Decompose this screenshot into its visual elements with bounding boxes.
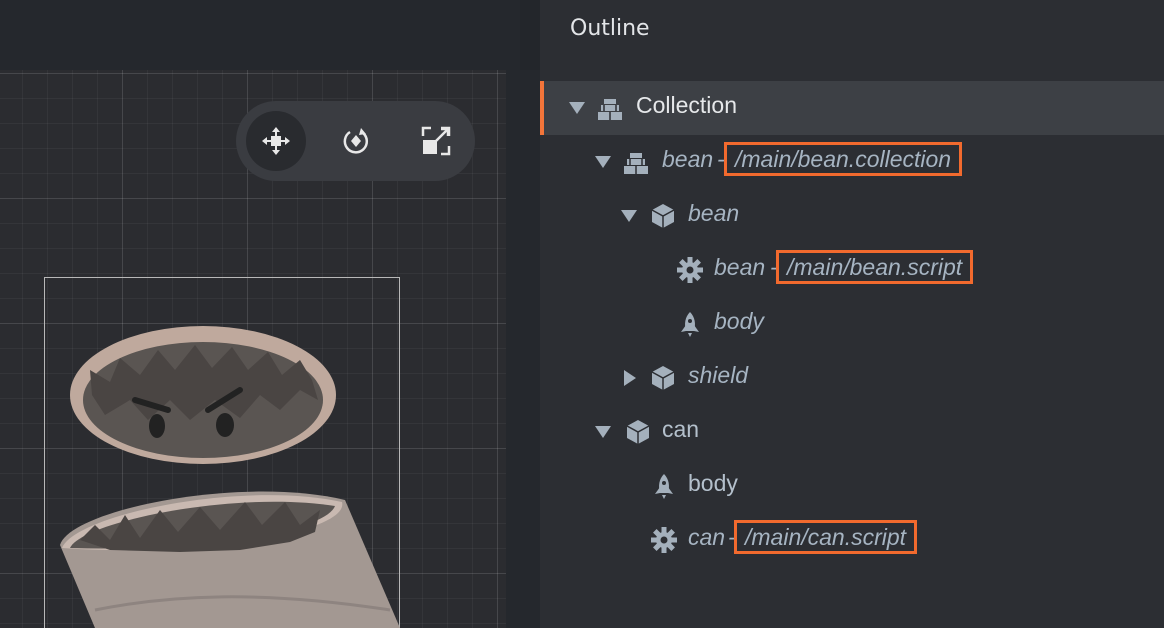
outline-title: Outline <box>570 16 650 41</box>
outline-item-bean-body[interactable]: body <box>540 297 1164 351</box>
outline-item-label: bean <box>688 200 740 226</box>
collapse-arrow-icon[interactable] <box>624 370 636 386</box>
outline-item-bean-object[interactable]: bean <box>540 189 1164 243</box>
outline-item-label: Collection <box>636 92 737 118</box>
collection-icon <box>624 153 648 174</box>
gear-icon <box>677 257 703 283</box>
outline-item-collection[interactable]: Collection <box>540 81 1164 135</box>
move-icon <box>262 127 290 155</box>
outline-item-label: body <box>688 470 738 496</box>
game-object-icon <box>651 204 675 228</box>
outline-item-can[interactable]: can <box>540 405 1164 459</box>
scale-icon <box>421 126 451 156</box>
expand-arrow-icon[interactable] <box>595 426 611 438</box>
outline-item-label: can <box>662 416 700 442</box>
move-tool-button[interactable] <box>246 111 306 171</box>
outline-item-label: bean <box>714 254 766 280</box>
outline-item-label: can <box>688 524 726 550</box>
viewport-header <box>0 0 520 70</box>
resource-path: /main/bean.script <box>776 250 974 284</box>
outline-item-can-body[interactable]: body <box>540 459 1164 513</box>
outline-item-can-script[interactable]: can - /main/can.script <box>540 513 1164 567</box>
outline-item-label: body <box>714 308 764 334</box>
resource-path: /main/can.script <box>734 520 918 554</box>
outline-item-label: shield <box>688 362 749 388</box>
game-object-icon <box>651 366 675 390</box>
outline-item-label: bean <box>662 146 714 172</box>
rotate-tool-button[interactable] <box>326 111 386 171</box>
scale-tool-button[interactable] <box>406 111 466 171</box>
outline-panel: Outline Collection bean - /main/bean.col… <box>540 0 1164 628</box>
rocket-icon <box>681 312 699 337</box>
expand-arrow-icon[interactable] <box>569 102 585 114</box>
resource-path: /main/bean.collection <box>724 142 963 176</box>
outline-item-shield[interactable]: shield <box>540 351 1164 405</box>
outline-item-bean-collection[interactable]: bean - /main/bean.collection <box>540 135 1164 189</box>
outline-item-bean-script[interactable]: bean - /main/bean.script <box>540 243 1164 297</box>
rocket-icon <box>655 474 673 499</box>
viewport-divider <box>506 70 540 628</box>
rotate-icon <box>343 128 369 154</box>
expand-arrow-icon[interactable] <box>621 210 637 222</box>
expand-arrow-icon[interactable] <box>595 156 611 168</box>
collection-icon <box>598 99 622 120</box>
transform-toolbar <box>236 101 475 181</box>
gear-icon <box>651 527 677 553</box>
game-object-icon <box>626 420 650 444</box>
